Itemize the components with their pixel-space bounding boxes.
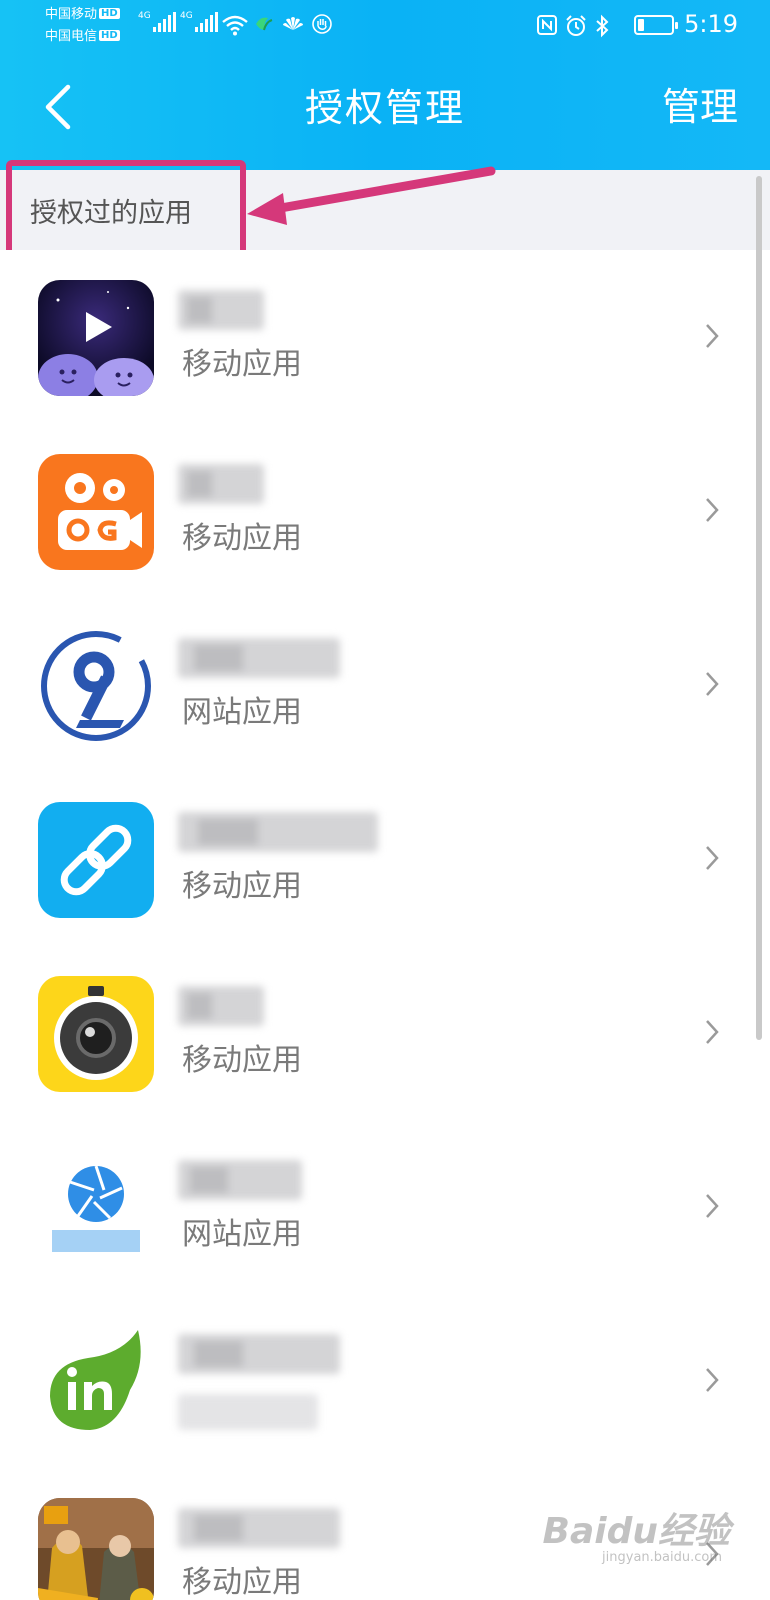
highlight-box	[6, 160, 246, 264]
signal-1-icon: 4G	[138, 12, 176, 32]
app-type-redacted	[178, 1394, 318, 1430]
wifi-icon	[222, 15, 248, 36]
app-type-label: 移动应用	[182, 347, 302, 382]
chevron-right-icon	[706, 1020, 719, 1044]
watermark-url: jingyan.baidu.com	[602, 1550, 722, 1565]
bluetooth-icon	[596, 14, 609, 38]
chevron-right-icon	[706, 498, 719, 522]
list-item[interactable]: 移动应用	[0, 946, 770, 1120]
link-icon	[38, 802, 154, 918]
battery-icon	[634, 15, 678, 35]
page-title: 授权管理	[304, 86, 465, 130]
list-item[interactable]: 移动应用	[0, 772, 770, 946]
app-type-label: 网站应用	[182, 695, 302, 730]
purple-video-app-icon	[38, 280, 154, 396]
app-type-label: 移动应用	[182, 869, 302, 904]
green-in-drop-icon	[38, 1324, 154, 1440]
signal-2-icon: 4G	[180, 12, 218, 32]
manage-button[interactable]: 管理	[662, 82, 738, 132]
app-notification-icon	[256, 17, 273, 31]
app-name-redacted	[178, 638, 340, 678]
chevron-right-icon	[706, 1194, 719, 1218]
app-name-redacted	[178, 1160, 302, 1200]
scrollbar[interactable]	[756, 176, 762, 1040]
list-item[interactable]: 移动应用	[0, 424, 770, 598]
watermark-logo: Baidu经验	[542, 1511, 730, 1552]
annotation-arrow-icon	[247, 166, 496, 225]
app-type-label: 移动应用	[182, 1565, 302, 1600]
authorized-app-list: 移动应用 移动应用 网站应用 移动应用 移动应用 网站应用 移动应用	[0, 250, 770, 1600]
carrier-1: 中国移动 HD	[45, 7, 120, 22]
chevron-right-icon	[706, 1368, 719, 1392]
app-type-label: 移动应用	[182, 1043, 302, 1078]
clock: 5:19	[684, 10, 738, 38]
chevron-right-icon	[706, 846, 719, 870]
carrier-2: 中国电信 HD	[45, 29, 120, 44]
camera-lens-icon	[38, 976, 154, 1092]
hd-badge: HD	[99, 8, 120, 19]
chevron-right-icon	[706, 324, 719, 348]
hd-badge: HD	[99, 30, 120, 41]
hand-icon	[312, 14, 332, 34]
kuaishou-icon	[38, 454, 154, 570]
list-item[interactable]	[0, 1294, 770, 1468]
shutter-logo-icon	[38, 1150, 154, 1266]
status-bar: 中国移动 HD 中国电信 HD 4G 4G 5:19	[0, 0, 770, 52]
app-type-label: 移动应用	[182, 521, 302, 556]
chevron-right-icon	[706, 672, 719, 696]
app-type-label: 网站应用	[182, 1217, 302, 1252]
huawei-icon	[283, 17, 303, 30]
app-name-redacted	[178, 290, 264, 330]
list-item[interactable]: 网站应用	[0, 1120, 770, 1294]
app-name-redacted	[178, 986, 264, 1026]
game-characters-icon	[38, 1498, 154, 1600]
nav-bar: 授权管理 管理	[0, 52, 770, 170]
list-item[interactable]: 移动应用	[0, 250, 770, 424]
nfc-icon	[537, 15, 557, 35]
app-name-redacted	[178, 812, 378, 852]
alarm-icon	[566, 15, 586, 36]
app-name-redacted	[178, 1334, 340, 1374]
app-name-redacted	[178, 1508, 340, 1548]
list-item[interactable]: 网站应用	[0, 598, 770, 772]
app-name-redacted	[178, 464, 264, 504]
blue-nine-logo-icon	[38, 628, 154, 744]
